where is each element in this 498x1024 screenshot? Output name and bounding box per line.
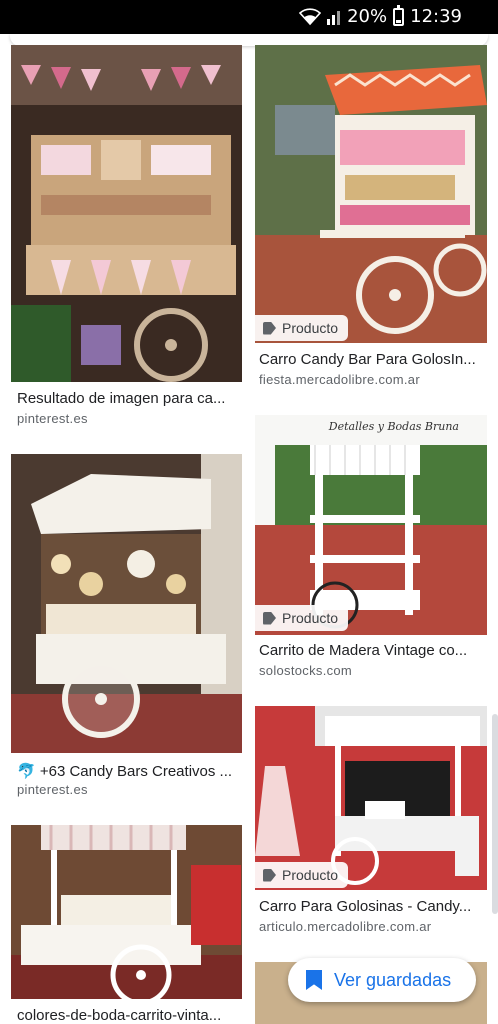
result-image-4[interactable]: Detalles y Bodas Bruna Producto [255,415,487,635]
result-source-3: pinterest.es [17,782,88,797]
product-badge-label: Producto [282,867,339,883]
result-caption-2[interactable]: Carro Candy Bar Para GolosIn... [259,351,485,368]
result-caption-3[interactable]: 🐬 +63 Candy Bars Creativos ... [17,762,239,780]
candy-cart-photo-3 [11,454,242,753]
result-source-4: solostocks.com [259,663,353,678]
result-caption-4[interactable]: Carrito de Madera Vintage co... [259,642,485,659]
view-saved-button[interactable]: Ver guardadas [288,958,476,1002]
product-badge-label: Producto [282,610,339,626]
candy-cart-photo-1 [11,45,242,382]
candy-cart-photo-6 [11,825,242,999]
status-icons: 20% 12:39 [299,4,462,27]
result-caption-1[interactable]: Resultado de imagen para ca... [17,390,239,407]
product-badge-4: Producto [255,605,349,631]
result-source-2: fiesta.mercadolibre.com.ar [259,372,420,387]
clock: 12:39 [410,6,462,27]
image-watermark-text: Detalles y Bodas Bruna [328,420,459,433]
result-source-5: articulo.mercadolibre.com.ar [259,919,432,934]
candy-cart-photo-2 [255,45,487,343]
result-caption-6[interactable]: colores-de-boda-carrito-vinta... [17,1007,239,1024]
result-source-1: pinterest.es [17,411,88,426]
result-image-2[interactable]: Producto [255,45,487,343]
battery-percent: 20% [347,6,388,27]
result-image-5[interactable]: Producto [255,706,487,890]
result-image-3[interactable] [11,454,242,753]
product-badge-label: Producto [282,320,339,336]
product-badge-2: Producto [255,315,349,341]
candy-cart-photo-4 [255,415,487,635]
battery-icon [393,4,405,26]
view-saved-label: Ver guardadas [334,969,452,990]
price-tag-icon [263,611,276,625]
fish-emoji-icon: 🐬 [17,763,36,780]
scrollbar[interactable] [492,714,498,914]
price-tag-icon [263,321,276,335]
signal-icon [327,9,341,25]
result-caption-5[interactable]: Carro Para Golosinas - Candy... [259,898,485,915]
price-tag-icon [263,868,276,882]
result-image-6[interactable] [11,825,242,999]
result-caption-3-text: +63 Candy Bars Creativos ... [39,763,233,780]
status-bar: 20% 12:39 [0,0,498,34]
wifi-icon [299,7,322,25]
bookmark-icon [306,970,322,990]
product-badge-5: Producto [255,862,349,888]
result-image-1[interactable] [11,45,242,382]
